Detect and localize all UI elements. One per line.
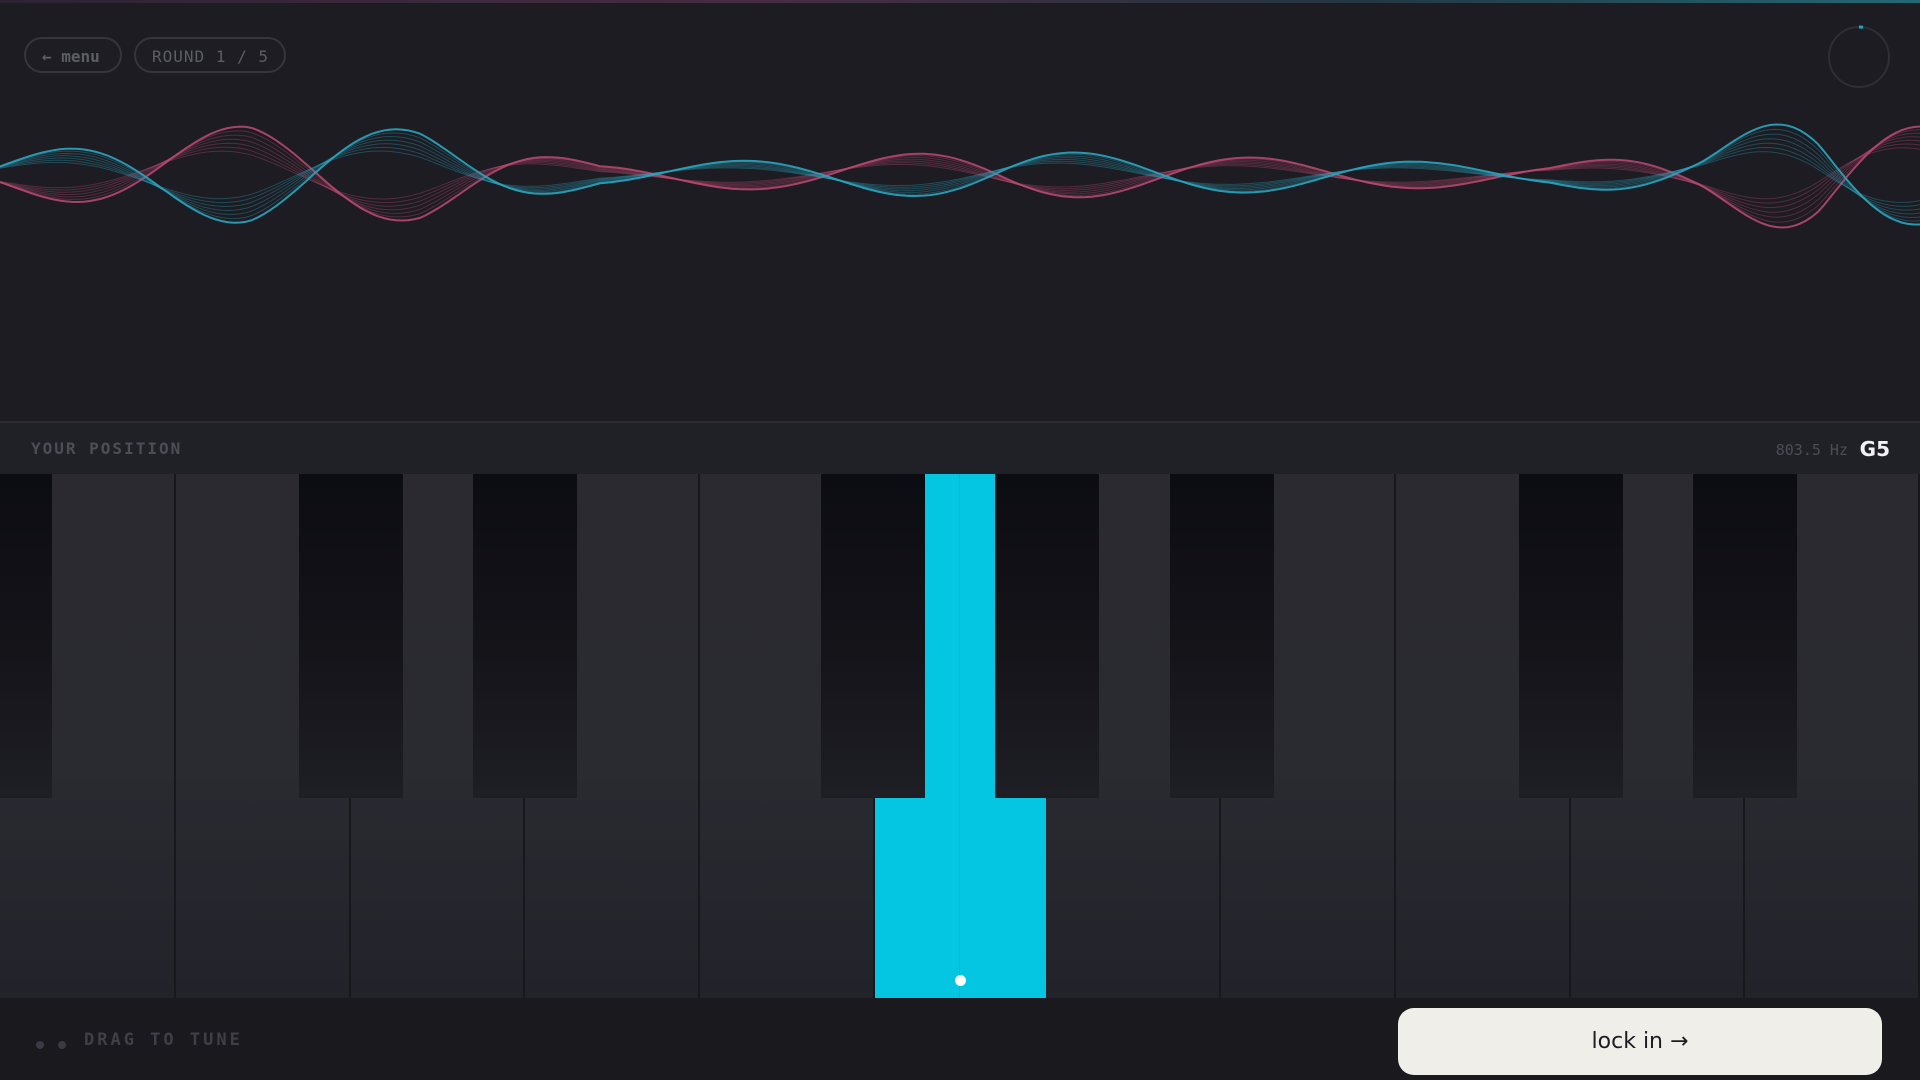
waveform-display bbox=[0, 123, 1920, 229]
frequency-readout: 803.5 Hz bbox=[1775, 441, 1848, 459]
black-key[interactable] bbox=[473, 474, 577, 798]
black-key[interactable] bbox=[821, 474, 925, 798]
game-screen: ← menu ROUND 1 / 5 YOUR POSITION 803.5 H… bbox=[0, 0, 1920, 1080]
drag-hint: DRAG TO TUNE bbox=[84, 1030, 243, 1050]
position-marker[interactable] bbox=[955, 975, 966, 986]
lock-in-button[interactable]: lock in → bbox=[1398, 1008, 1882, 1075]
top-accent-line bbox=[0, 0, 1920, 3]
player-wave-line bbox=[0, 147, 1920, 200]
position-label: YOUR POSITION bbox=[31, 439, 183, 458]
player-wave-line bbox=[0, 129, 1920, 223]
black-key[interactable] bbox=[1170, 474, 1274, 798]
active-key-seam bbox=[959, 474, 960, 998]
target-wave-line bbox=[0, 133, 1920, 219]
black-key[interactable] bbox=[0, 474, 52, 798]
target-wave-line bbox=[0, 123, 1920, 226]
black-key[interactable] bbox=[1693, 474, 1797, 798]
black-key[interactable] bbox=[995, 474, 1099, 798]
active-key-upper[interactable] bbox=[925, 474, 995, 798]
piano-keyboard[interactable] bbox=[0, 474, 1920, 998]
black-key[interactable] bbox=[299, 474, 403, 798]
black-key[interactable] bbox=[1519, 474, 1623, 798]
player-wave-line bbox=[0, 132, 1920, 218]
note-readout: G5 bbox=[1859, 437, 1890, 461]
target-wave-line bbox=[0, 128, 1920, 222]
target-wave-line bbox=[0, 150, 1920, 203]
player-wave-line bbox=[0, 125, 1920, 229]
drag-hint-icon bbox=[36, 1036, 80, 1054]
